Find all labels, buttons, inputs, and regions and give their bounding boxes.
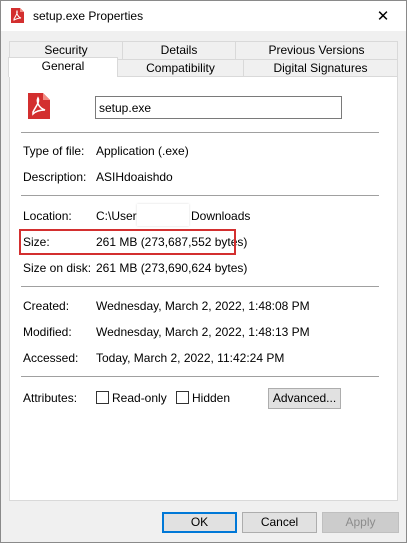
tab-general-label: General — [41, 59, 85, 73]
separator — [21, 132, 379, 133]
cancel-button[interactable]: Cancel — [242, 512, 317, 533]
separator — [21, 195, 379, 196]
created-value: Wednesday, March 2, 2022, 1:48:08 PM — [96, 299, 310, 313]
tab-compatibility-label: Compatibility — [146, 61, 215, 75]
size-on-disk-label: Size on disk: — [23, 261, 92, 275]
redaction-box — [137, 204, 189, 226]
pdf-file-icon — [11, 8, 24, 23]
properties-window: setup.exe Properties ✕ Security Details … — [0, 0, 407, 543]
location-value-folder: Downloads — [191, 209, 251, 223]
attributes-label: Attributes: — [23, 391, 78, 405]
close-button[interactable]: ✕ — [360, 1, 406, 31]
hidden-label[interactable]: Hidden — [192, 391, 230, 405]
general-tab-panel — [9, 76, 398, 501]
description-value: ASIHdoaishdo — [96, 170, 173, 184]
apply-button[interactable]: Apply — [322, 512, 399, 533]
tab-digital-signatures[interactable]: Digital Signatures — [243, 59, 398, 77]
tab-security-label: Security — [44, 43, 88, 57]
tab-previous-versions[interactable]: Previous Versions — [235, 41, 398, 59]
advanced-button[interactable]: Advanced... — [268, 388, 341, 409]
location-value: C:\Users — [96, 209, 143, 223]
type-of-file-label: Type of file: — [23, 144, 85, 158]
tab-digital-signatures-label: Digital Signatures — [273, 61, 368, 75]
pdf-file-icon — [28, 93, 50, 119]
accessed-label: Accessed: — [23, 351, 79, 365]
title-bar[interactable]: setup.exe Properties ✕ — [1, 1, 406, 31]
separator — [21, 286, 379, 287]
tab-previous-versions-label: Previous Versions — [268, 43, 365, 57]
accessed-value: Today, March 2, 2022, 11:42:24 PM — [96, 351, 285, 365]
separator — [21, 376, 379, 377]
close-icon: ✕ — [376, 8, 390, 25]
tab-details-label: Details — [160, 43, 198, 57]
tab-general[interactable]: General — [8, 57, 118, 77]
ok-button[interactable]: OK — [162, 512, 237, 533]
created-label: Created: — [23, 299, 70, 313]
tab-details[interactable]: Details — [122, 41, 236, 59]
window-title: setup.exe Properties — [33, 9, 144, 23]
hidden-checkbox[interactable] — [176, 391, 189, 404]
size-on-disk-value: 261 MB (273,690,624 bytes) — [96, 261, 248, 275]
description-label: Description: — [23, 170, 87, 184]
modified-value: Wednesday, March 2, 2022, 1:48:13 PM — [96, 325, 310, 339]
modified-label: Modified: — [23, 325, 72, 339]
size-highlight-box — [19, 229, 236, 255]
location-label: Location: — [23, 209, 72, 223]
read-only-label[interactable]: Read-only — [112, 391, 167, 405]
type-of-file-value: Application (.exe) — [96, 144, 189, 158]
file-name-input[interactable] — [95, 96, 342, 119]
tab-compatibility[interactable]: Compatibility — [117, 59, 244, 77]
read-only-checkbox[interactable] — [96, 391, 109, 404]
